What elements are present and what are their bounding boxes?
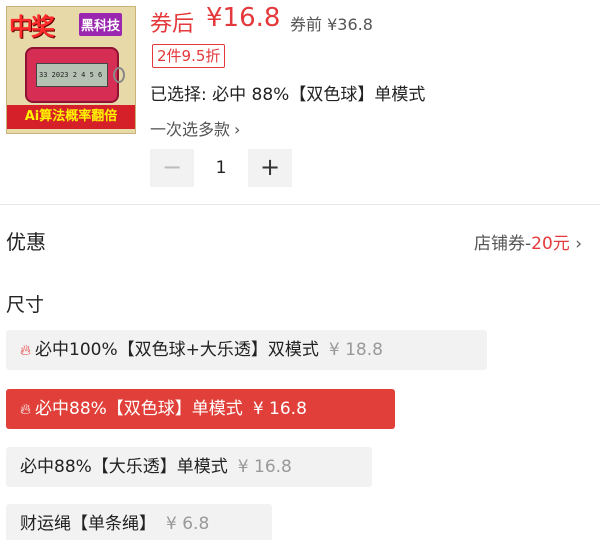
size-option-price: ¥ 16.8 [252, 399, 307, 419]
chevron-right-icon: › [575, 234, 582, 254]
size-option-price: ¥ 6.8 [166, 514, 210, 534]
size-option-label: 必中100%【双色球+大乐透】双模式 [35, 340, 319, 360]
size-option[interactable]: 🔥︎ 必中100%【双色球+大乐透】双模式 ¥ 18.8 [6, 330, 487, 370]
flame-icon: 🔥︎ [20, 400, 32, 418]
size-option-label: 必中88%【大乐透】单模式 [20, 457, 228, 477]
size-option-selected[interactable]: 🔥︎ 必中88%【双色球】单模式 ¥ 16.8 [6, 389, 395, 429]
image-badge-win: 中奖 [9, 13, 55, 41]
size-title: 尺寸 [6, 294, 45, 316]
size-option-price: ¥ 18.8 [328, 340, 383, 360]
price-value: ¥16.8 [206, 3, 281, 33]
increment-button[interactable]: + [248, 149, 292, 187]
coupon-label: 店铺券- [474, 234, 532, 254]
size-option[interactable]: 财运绳【单条绳】 ¥ 6.8 [6, 504, 272, 540]
image-badge-tech: 黑科技 [79, 13, 123, 36]
quantity-stepper[interactable]: − 1 + [150, 149, 294, 187]
size-option-label: 必中88%【双色球】单模式 [35, 399, 243, 419]
multi-select-label: 一次选多款 [150, 120, 231, 139]
quantity-value[interactable]: 1 [194, 149, 248, 187]
price-label: 券后 [150, 12, 195, 37]
chevron-right-icon: › [234, 120, 241, 139]
divider [0, 204, 600, 205]
device-illustration: 33 2023 2 4 5 6 [25, 47, 125, 103]
promo-tag: 2件9.5折 [152, 44, 226, 68]
shop-coupon-link[interactable]: 店铺券-20元 › [474, 229, 582, 254]
keyring-icon [113, 67, 125, 83]
decrement-button[interactable]: − [150, 149, 194, 187]
multi-select-link[interactable]: 一次选多款 › [150, 116, 240, 140]
selected-variant-text: 已选择: 必中 88%【双色球】单模式 [150, 85, 426, 105]
image-banner: Ai算法概率翻倍 [7, 105, 135, 129]
size-option[interactable]: 必中88%【大乐透】单模式 ¥ 16.8 [6, 447, 372, 487]
size-option-label: 财运绳【单条绳】 [20, 514, 156, 534]
discount-title: 优惠 [6, 230, 46, 254]
before-price: 券前 ¥36.8 [290, 15, 373, 34]
size-option-price: ¥ 16.8 [237, 457, 292, 477]
flame-icon: 🔥︎ [20, 341, 32, 359]
coupon-amount: 20元 [531, 234, 570, 254]
device-screen: 33 2023 2 4 5 6 [36, 63, 108, 87]
product-image[interactable]: 中奖 黑科技 33 2023 2 4 5 6 Ai算法概率翻倍 [6, 6, 136, 134]
